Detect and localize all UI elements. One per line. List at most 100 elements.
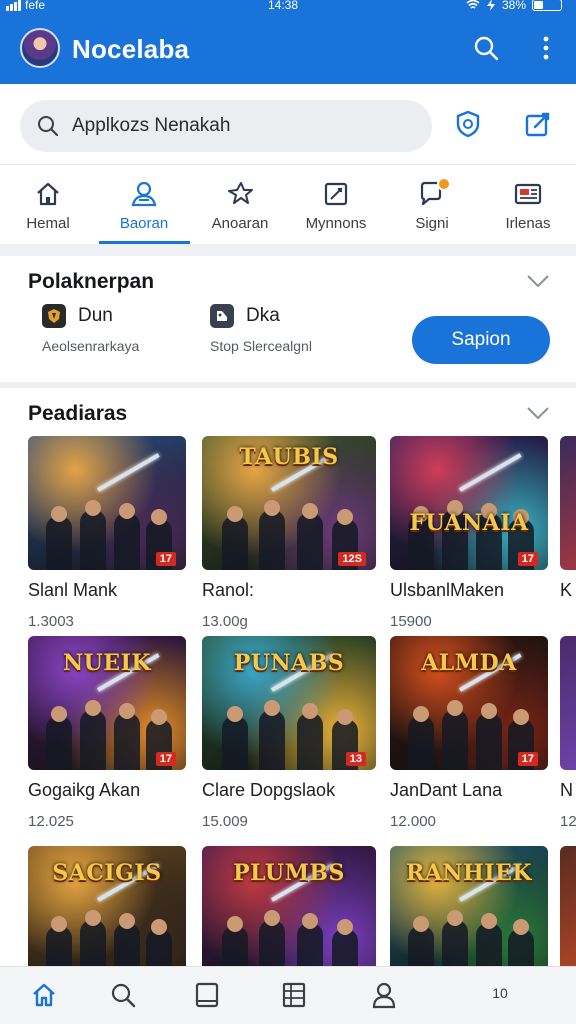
game-logo-text: RANHIEK xyxy=(406,860,532,886)
search-input[interactable]: Applkozs Nenakah xyxy=(20,100,432,152)
tab-baoran[interactable]: Baoran xyxy=(96,165,192,245)
chevron-down-icon[interactable] xyxy=(526,406,550,420)
tab-label: Irlenas xyxy=(505,215,551,232)
nav-profile[interactable] xyxy=(368,979,400,1011)
card-subtitle: Aeolsenrarkaya xyxy=(42,338,140,354)
avatar[interactable] xyxy=(20,28,60,68)
status-right: 38% xyxy=(466,0,562,11)
tab-label: Mynnons xyxy=(305,215,367,232)
battery-icon xyxy=(532,0,562,11)
age-rating-badge: 17 xyxy=(517,552,538,566)
news-icon xyxy=(514,183,542,205)
signal-icon xyxy=(6,0,21,11)
game-card[interactable]: ALMDA 17 JanDant Lana 12.000 xyxy=(390,636,548,830)
tablet-icon xyxy=(195,982,219,1008)
compose-button[interactable] xyxy=(520,106,556,142)
status-time: 14:38 xyxy=(268,0,299,12)
game-logo-text: NUEIK xyxy=(63,650,151,676)
game-thumbnail xyxy=(560,436,576,570)
game-thumbnail: PUNABS 13 xyxy=(202,636,376,770)
search-placeholder: Applkozs Nenakah xyxy=(72,115,231,136)
tab-irlenas[interactable]: Irlenas xyxy=(480,165,576,245)
featured-card[interactable]: Dka Stop Slercealgnl xyxy=(210,304,312,374)
game-card[interactable]: NUEIK 17 Gogaikg Akan 12.025 xyxy=(28,636,186,830)
game-title: JanDant Lana xyxy=(390,780,503,800)
charging-icon xyxy=(486,0,495,11)
search-icon xyxy=(111,983,136,1008)
shield-button[interactable] xyxy=(450,106,486,142)
primary-action-button[interactable]: Sapion xyxy=(412,316,550,364)
edit-icon xyxy=(525,112,550,137)
game-card-peek[interactable]: K xyxy=(560,436,576,613)
nav-library[interactable] xyxy=(191,979,223,1011)
home-icon xyxy=(37,182,59,206)
game-download-count: 15.009 xyxy=(202,813,248,830)
team-icon xyxy=(131,181,157,207)
featured-card[interactable]: Dun Aeolsenrarkaya xyxy=(42,304,139,374)
chevron-down-icon[interactable] xyxy=(526,274,550,288)
shield-badge-icon xyxy=(42,304,66,328)
game-card[interactable]: 17 Slanl Mank 1.3003 xyxy=(28,436,186,630)
age-rating-badge: 17 xyxy=(155,552,176,566)
game-card[interactable]: PUNABS 13 Clare Dopgslaok 15.009 xyxy=(202,636,376,830)
game-title: Slanl Mank xyxy=(28,580,118,600)
tab-label: Baoran xyxy=(119,215,169,232)
game-thumbnail: SACIGIS xyxy=(28,846,186,966)
game-card[interactable]: TAUBIS 12S Ranol: 13.00g xyxy=(202,436,376,630)
game-thumbnail: NUEIK 17 xyxy=(28,636,186,770)
card-title: Dun xyxy=(78,305,113,326)
bottom-nav: 10 xyxy=(0,966,576,1024)
battery-percent: 38% xyxy=(501,0,526,12)
search-icon xyxy=(474,36,499,61)
category-tabs: Hemal Baoran Anoaran Mynnons Signi Irlen… xyxy=(0,164,576,244)
app-title: Nocelaba xyxy=(72,34,190,64)
game-thumbnail: PLUMBS xyxy=(202,846,376,966)
featured-section: Polaknerpan Dun Aeolsenrarkaya Dka Stop … xyxy=(0,256,576,382)
tab-hemal[interactable]: Hemal xyxy=(0,165,96,245)
status-bar: fefe 14:38 38% xyxy=(0,0,576,14)
game-download-count: 1.3003 xyxy=(28,613,74,630)
game-title: Clare Dopgslaok xyxy=(202,780,336,800)
gamepad-icon xyxy=(210,304,234,328)
app-bar: fefe 14:38 38% Nocelaba xyxy=(0,0,576,84)
game-card[interactable]: PLUMBS xyxy=(202,846,376,966)
game-title: Gogaikg Akan xyxy=(28,780,141,800)
game-thumbnail: TAUBIS 12S xyxy=(202,436,376,570)
game-thumbnail xyxy=(560,846,576,966)
game-title: K xyxy=(560,580,573,600)
game-card[interactable]: RANHIEK xyxy=(390,846,548,966)
game-title: UlsbanlMaken xyxy=(390,580,505,600)
games-section: Peadiaras 17 Slanl Mank 1.3003 TAUBIS 12S Ran… xyxy=(0,388,576,966)
card-title: Dka xyxy=(246,305,280,326)
notification-badge xyxy=(437,177,451,191)
game-download-count: 15900 xyxy=(390,613,432,630)
search-row: Applkozs Nenakah xyxy=(0,84,576,164)
game-card-peek[interactable]: N 12 xyxy=(560,636,576,830)
tab-label: Hemal xyxy=(26,215,70,232)
nav-home[interactable] xyxy=(28,979,60,1011)
game-card[interactable]: SACIGIS xyxy=(28,846,186,966)
game-card[interactable]: FUANAIA 17 UlsbanlMaken 15900 xyxy=(390,436,548,630)
age-rating-badge: 12S xyxy=(338,552,366,566)
overflow-menu-button[interactable] xyxy=(530,32,562,64)
carrier-name: fefe xyxy=(25,0,46,12)
nav-list[interactable] xyxy=(278,979,310,1011)
tab-signi[interactable]: Signi xyxy=(384,165,480,245)
game-card-peek[interactable] xyxy=(560,846,576,966)
game-title: N xyxy=(560,780,573,800)
search-button[interactable] xyxy=(470,32,502,64)
game-thumbnail: ALMDA 17 xyxy=(390,636,548,770)
tab-mynnons[interactable]: Mynnons xyxy=(288,165,384,245)
game-logo-text: PUNABS xyxy=(233,650,345,676)
game-thumbnail xyxy=(560,636,576,770)
nav-search[interactable] xyxy=(107,979,139,1011)
age-rating-badge: 13 xyxy=(345,752,366,766)
nav-more[interactable]: 10 xyxy=(484,977,516,1009)
game-thumbnail: 17 xyxy=(28,436,186,570)
game-logo-text: ALMDA xyxy=(421,650,517,676)
game-thumbnail: RANHIEK xyxy=(390,846,548,966)
carrier-info: fefe xyxy=(6,0,45,11)
tab-anoaran[interactable]: Anoaran xyxy=(192,165,288,245)
game-logo-text: FUANAIA xyxy=(409,510,529,536)
wifi-icon xyxy=(466,0,480,9)
